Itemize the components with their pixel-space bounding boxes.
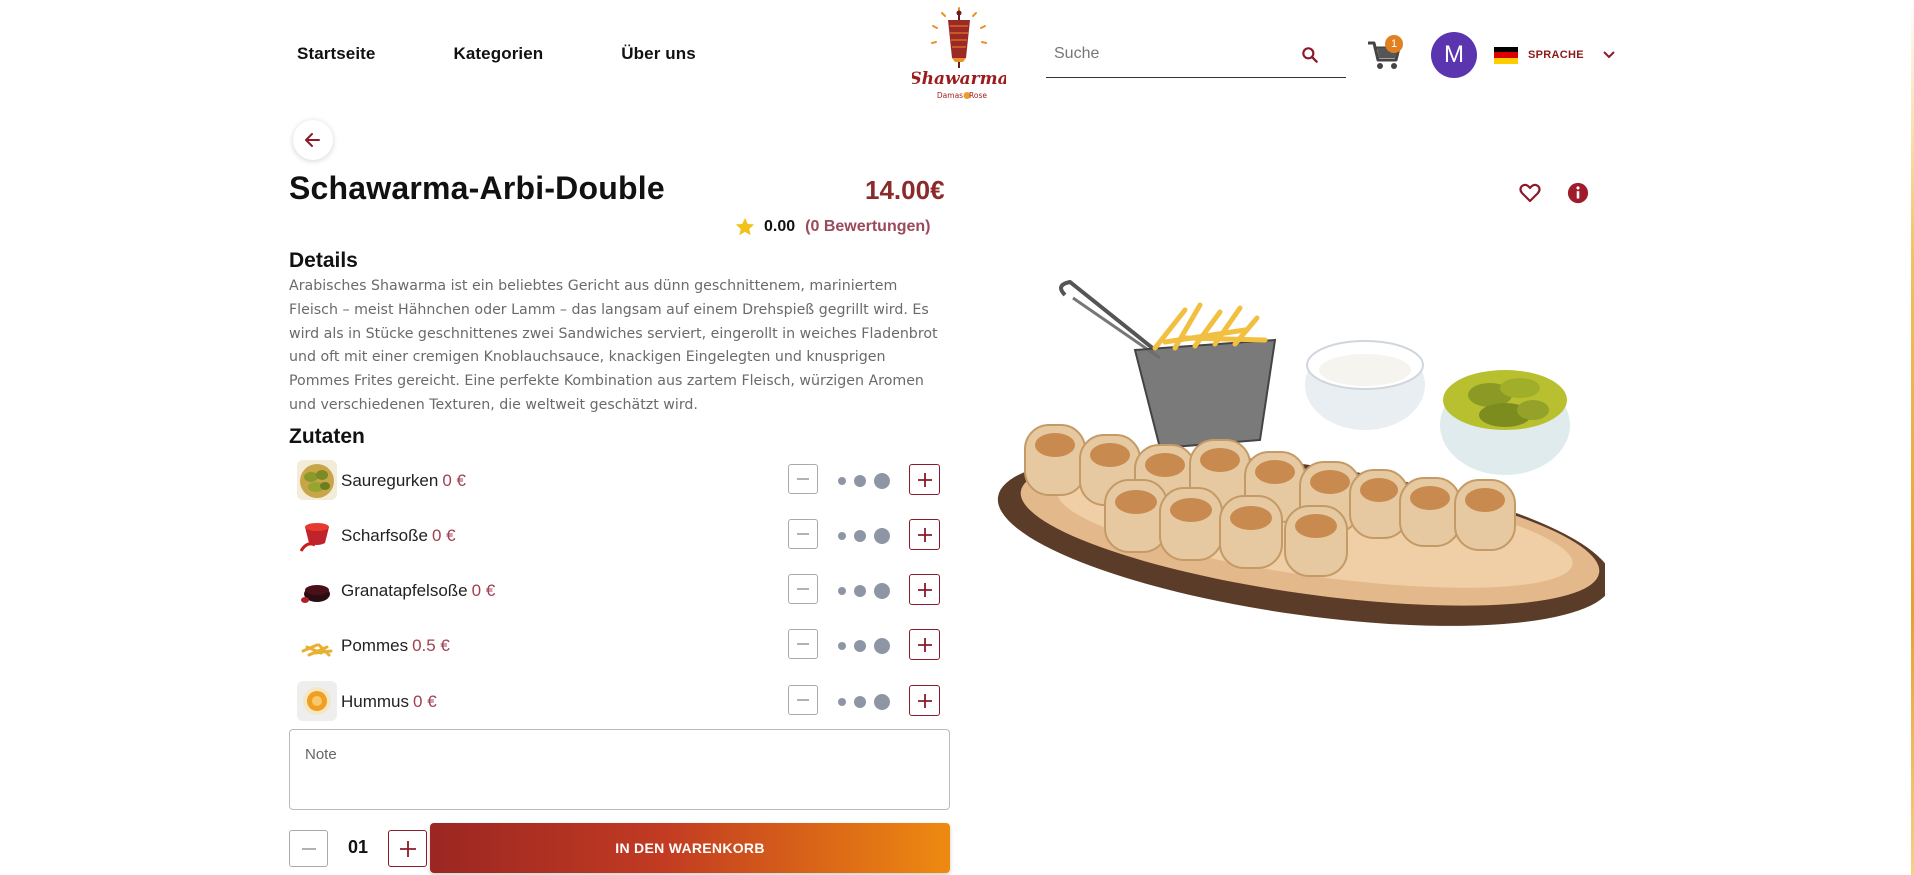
product-price: 14.00€ xyxy=(865,175,945,205)
pickles-image xyxy=(297,460,337,500)
ingredient-label: Sauregurken xyxy=(341,471,439,490)
search-icon[interactable] xyxy=(1300,45,1320,65)
ingredient-name: Sauregurken 0 € xyxy=(341,471,466,491)
ingredient-label: Pommes xyxy=(341,636,409,655)
ingredient-level-indicator xyxy=(838,528,898,544)
arrow-left-icon xyxy=(305,133,320,147)
search-bar xyxy=(1046,38,1346,78)
details-text: Arabisches Shawarma ist ein beliebtes Ge… xyxy=(289,278,938,413)
minus-icon xyxy=(301,847,316,850)
ingredient-price: 0 € xyxy=(413,692,437,711)
svg-text:Shawarma: Shawarma xyxy=(912,69,1006,89)
back-button[interactable] xyxy=(293,120,333,160)
ingredient-increase-button[interactable] xyxy=(909,519,940,550)
hot-sauce-image xyxy=(297,515,337,555)
hummus-image xyxy=(297,681,337,721)
ingredient-increase-button[interactable] xyxy=(909,464,940,495)
svg-text:Rose: Rose xyxy=(969,91,987,100)
heart-icon[interactable] xyxy=(1518,181,1542,205)
ingredient-decrease-button[interactable] xyxy=(788,519,818,549)
add-to-cart-button[interactable]: IN DEN WARENKORB xyxy=(430,823,950,873)
note-input[interactable] xyxy=(305,746,934,793)
nav-home-link[interactable]: Startseite xyxy=(297,44,375,64)
ingredient-increase-button[interactable] xyxy=(909,629,940,660)
details-heading: Details xyxy=(289,249,358,272)
note-field xyxy=(289,729,950,810)
minus-icon xyxy=(797,478,809,480)
ingredient-level-indicator xyxy=(838,694,898,710)
ingredient-price: 0 € xyxy=(431,526,456,545)
quantity-decrease-button[interactable] xyxy=(289,830,328,867)
ingredient-row: Hummus 0 € xyxy=(297,680,941,722)
ingredient-level-indicator xyxy=(838,473,898,489)
plus-icon xyxy=(917,472,932,487)
ingredient-name: Hummus 0 € xyxy=(341,692,437,712)
search-input[interactable] xyxy=(1046,38,1296,70)
quantity-value: 01 xyxy=(347,837,369,857)
ingredient-row: Pommes 0.5 € xyxy=(297,624,941,666)
fries-image xyxy=(297,625,337,665)
ingredient-row: Sauregurken 0 € xyxy=(297,459,941,501)
star-icon xyxy=(735,217,755,236)
ingredient-decrease-button[interactable] xyxy=(788,464,818,494)
main-nav: Startseite Kategorien Über uns xyxy=(297,44,774,64)
rating: 0.00 (0 Bewertungen) xyxy=(734,216,930,238)
ingredients-heading: Zutaten xyxy=(289,425,365,448)
ingredient-name: Scharfsoße 0 € xyxy=(341,526,456,546)
flag-de-icon xyxy=(1494,46,1518,64)
quantity-increase-button[interactable] xyxy=(388,830,427,867)
nav-about-link[interactable]: Über uns xyxy=(621,44,695,64)
ingredient-decrease-button[interactable] xyxy=(788,574,818,604)
ingredient-price: 0 € xyxy=(442,471,466,490)
plus-icon xyxy=(917,693,932,708)
ingredient-label: Scharfsoße xyxy=(341,526,428,545)
minus-icon xyxy=(797,533,809,535)
ingredient-price: 0 € xyxy=(471,581,496,600)
ingredient-row: Scharfsoße 0 € xyxy=(297,514,941,556)
header: Startseite Kategorien Über uns Shawarma … xyxy=(0,0,1914,110)
user-avatar[interactable]: M xyxy=(1431,32,1477,78)
ingredient-label: Hummus xyxy=(341,692,410,711)
plus-icon xyxy=(917,637,932,652)
language-label: SPRACHE xyxy=(1528,49,1584,61)
plus-icon xyxy=(917,582,932,597)
ingredient-decrease-button[interactable] xyxy=(788,685,818,715)
ingredient-name: Pommes 0.5 € xyxy=(341,636,450,656)
rating-count[interactable]: (0 Bewertungen) xyxy=(805,218,930,236)
info-icon[interactable] xyxy=(1567,182,1589,204)
plus-icon xyxy=(917,527,932,542)
ingredient-decrease-button[interactable] xyxy=(788,629,818,659)
ingredient-label: Granatapfelsoße xyxy=(341,581,468,600)
pomegranate-sauce-image xyxy=(297,570,337,610)
cart-count-badge: 1 xyxy=(1385,35,1403,53)
chevron-down-icon xyxy=(1603,51,1615,59)
ingredient-level-indicator xyxy=(838,638,898,654)
svg-text:Damas: Damas xyxy=(937,91,963,100)
plus-icon xyxy=(399,840,416,857)
product-image xyxy=(997,279,1605,626)
ingredient-price: 0.5 € xyxy=(412,636,450,655)
minus-icon xyxy=(797,588,809,590)
product-title: Schawarma-Arbi-Double xyxy=(289,170,665,206)
minus-icon xyxy=(797,643,809,645)
nav-categories-link[interactable]: Kategorien xyxy=(453,44,543,64)
cart-button[interactable]: 1 xyxy=(1366,35,1406,74)
ingredient-row: Granatapfelsoße 0 € xyxy=(297,569,941,611)
ingredient-increase-button[interactable] xyxy=(909,685,940,716)
ingredient-name: Granatapfelsoße 0 € xyxy=(341,581,495,601)
shawarma-logo[interactable]: Shawarma Damas Rose xyxy=(912,6,1006,102)
ingredient-level-indicator xyxy=(838,583,898,599)
language-selector[interactable]: SPRACHE xyxy=(1494,45,1616,65)
ingredient-increase-button[interactable] xyxy=(909,574,940,605)
rating-value: 0.00 xyxy=(764,218,796,235)
minus-icon xyxy=(797,699,809,701)
